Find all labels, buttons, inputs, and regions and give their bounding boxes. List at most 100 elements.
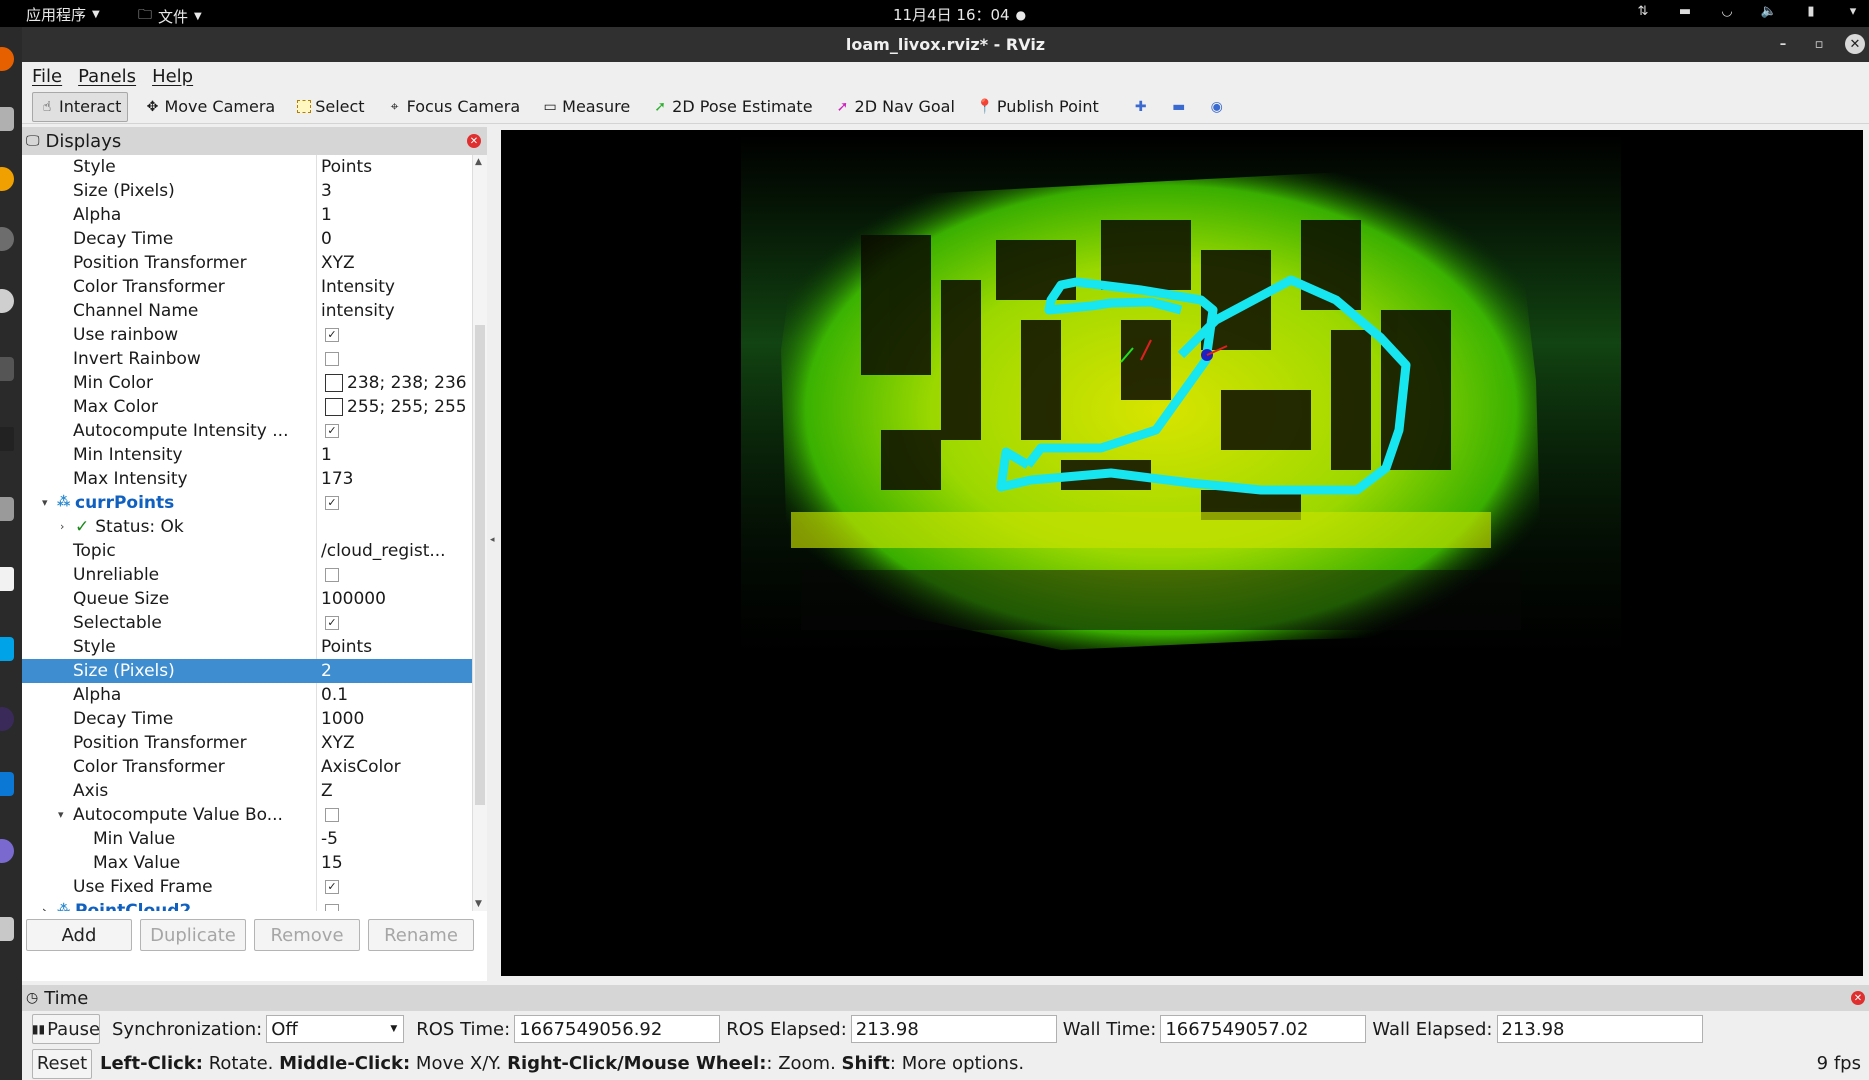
interact-tool-button[interactable]: ☝ Interact [32,91,129,122]
property-row[interactable]: Min Value -5 [22,827,472,851]
color-swatch[interactable] [325,398,343,416]
property-row[interactable]: Channel Name intensity [22,299,472,323]
close-panel-icon[interactable]: ✕ [467,134,481,148]
nav-goal-tool-button[interactable]: ➚ 2D Nav Goal [829,93,961,121]
firefox-icon[interactable] [0,47,14,71]
scrollbar-thumb[interactable] [475,325,485,805]
menu-file[interactable]: File [32,66,62,87]
applications-menu[interactable]: 应用程序 ▼ [26,4,100,25]
property-value[interactable]: 1 [316,203,472,227]
property-row[interactable]: Max Value 15 [22,851,472,875]
render-3d-view[interactable] [501,130,1863,976]
property-row[interactable]: Axis Z [22,779,472,803]
property-value[interactable]: Points [316,635,472,659]
app-icon[interactable] [0,917,14,941]
add-button[interactable]: Add [26,919,132,951]
property-value[interactable]: 238; 238; 236 [347,371,467,395]
property-row[interactable]: Topic /cloud_regist... [22,539,472,563]
move-camera-tool-button[interactable]: ✥ Move Camera [138,93,281,121]
select-tool-button[interactable]: Select [291,93,370,121]
property-row[interactable]: Alpha 1 [22,203,472,227]
chrome-icon[interactable] [0,289,14,313]
property-row[interactable]: Min Intensity 1 [22,443,472,467]
menu-panels[interactable]: Panels [78,66,136,87]
expand-arrow-icon[interactable]: › [42,899,47,911]
document-icon[interactable] [0,567,14,591]
remove-button[interactable]: Remove [254,919,360,951]
checkbox[interactable] [325,904,339,911]
property-value[interactable]: 0.1 [316,683,472,707]
property-value[interactable]: 173 [316,467,472,491]
property-row[interactable]: Max Color 255; 255; 255 [22,395,472,419]
property-value[interactable]: Z [316,779,472,803]
property-value[interactable]: 1 [316,443,472,467]
window-titlebar[interactable]: loam_livox.rviz* - RViz – ▫ ✕ [22,27,1869,62]
files-menu[interactable]: 🗀 文件 ▼ [138,4,202,28]
checkbox[interactable]: ✓ [325,616,339,630]
property-row[interactable]: Position Transformer XYZ [22,251,472,275]
property-row[interactable]: Autocompute Intensity ... ✓ [22,419,472,443]
clock[interactable]: 11月4日 16：04 ● [893,4,1026,25]
terminal-icon[interactable] [0,357,14,381]
checkbox[interactable] [325,808,339,822]
property-value[interactable]: Intensity [316,275,472,299]
property-row[interactable]: Use rainbow ✓ [22,323,472,347]
property-row[interactable]: Style Points [22,155,472,179]
property-row[interactable]: Style Points [22,635,472,659]
checkbox[interactable] [325,352,339,366]
panel-splitter[interactable]: ◂ [487,127,501,981]
property-value[interactable]: 1000 [316,707,472,731]
measure-tool-button[interactable]: ▭ Measure [536,93,636,121]
property-row[interactable]: Color Transformer AxisColor [22,755,472,779]
property-row[interactable]: Selectable ✓ [22,611,472,635]
property-row[interactable]: Invert Rainbow [22,347,472,371]
ros-time-field[interactable]: 1667549056.92 [514,1015,721,1043]
tool-properties-button[interactable]: ◉ [1203,93,1231,121]
property-value[interactable]: 0 [316,227,472,251]
menu-help[interactable]: Help [152,66,193,87]
property-row[interactable]: Size (Pixels) 3 [22,179,472,203]
displays-scrollbar[interactable]: ▲ ▼ [472,155,487,911]
status-row[interactable]: › ✓ Status: Ok [22,515,472,539]
property-row[interactable]: Use Fixed Frame ✓ [22,875,472,899]
publish-point-tool-button[interactable]: 📍 Publish Point [971,93,1105,121]
property-value[interactable]: 3 [316,179,472,203]
duplicate-button[interactable]: Duplicate [140,919,246,951]
property-row[interactable]: ▾ Autocompute Value Bo... [22,803,472,827]
property-row[interactable]: Min Color 238; 238; 236 [22,371,472,395]
pose-estimate-tool-button[interactable]: ➚ 2D Pose Estimate [646,93,818,121]
app-icon[interactable] [0,167,14,191]
property-row[interactable]: Decay Time 1000 [22,707,472,731]
checkbox[interactable] [325,568,339,582]
property-row[interactable]: Position Transformer XYZ [22,731,472,755]
zotero-icon[interactable] [0,427,14,451]
property-value[interactable]: intensity [316,299,472,323]
reset-button[interactable]: Reset [32,1048,92,1079]
scroll-up-icon[interactable]: ▲ [475,157,482,167]
property-value[interactable]: 2 [316,659,472,683]
expand-arrow-icon[interactable]: ▾ [58,803,64,827]
sync-select[interactable]: Off ▼ [266,1015,405,1043]
property-row[interactable]: Alpha 0.1 [22,683,472,707]
property-row-selected[interactable]: Size (Pixels) 2 [22,659,472,683]
checkbox[interactable]: ✓ [325,880,339,894]
settings-icon[interactable] [0,227,14,251]
property-row[interactable]: Decay Time 0 [22,227,472,251]
focus-camera-tool-button[interactable]: ⌖ Focus Camera [381,93,527,121]
checkbox[interactable]: ✓ [325,496,339,510]
property-value[interactable]: -5 [316,827,472,851]
remove-tool-button[interactable]: ▬ [1165,93,1193,121]
property-value[interactable]: Points [316,155,472,179]
ros-elapsed-field[interactable]: 213.98 [850,1015,1057,1043]
property-value[interactable]: 15 [316,851,472,875]
display-item-pointcloud2[interactable]: › ⁂ PointCloud2 [22,899,472,911]
files-icon[interactable] [0,107,14,131]
rename-button[interactable]: Rename [368,919,474,951]
system-indicators[interactable]: ⇅ ▬ ◡ 🔈 ▮ ▾ [1635,3,1861,19]
vscode-blue-icon[interactable] [0,772,14,796]
app-icon[interactable] [0,707,14,731]
expand-arrow-icon[interactable]: ▾ [42,491,48,515]
close-icon[interactable]: ✕ [1845,34,1865,54]
minimize-icon[interactable]: – [1773,34,1793,54]
property-value[interactable]: AxisColor [316,755,472,779]
